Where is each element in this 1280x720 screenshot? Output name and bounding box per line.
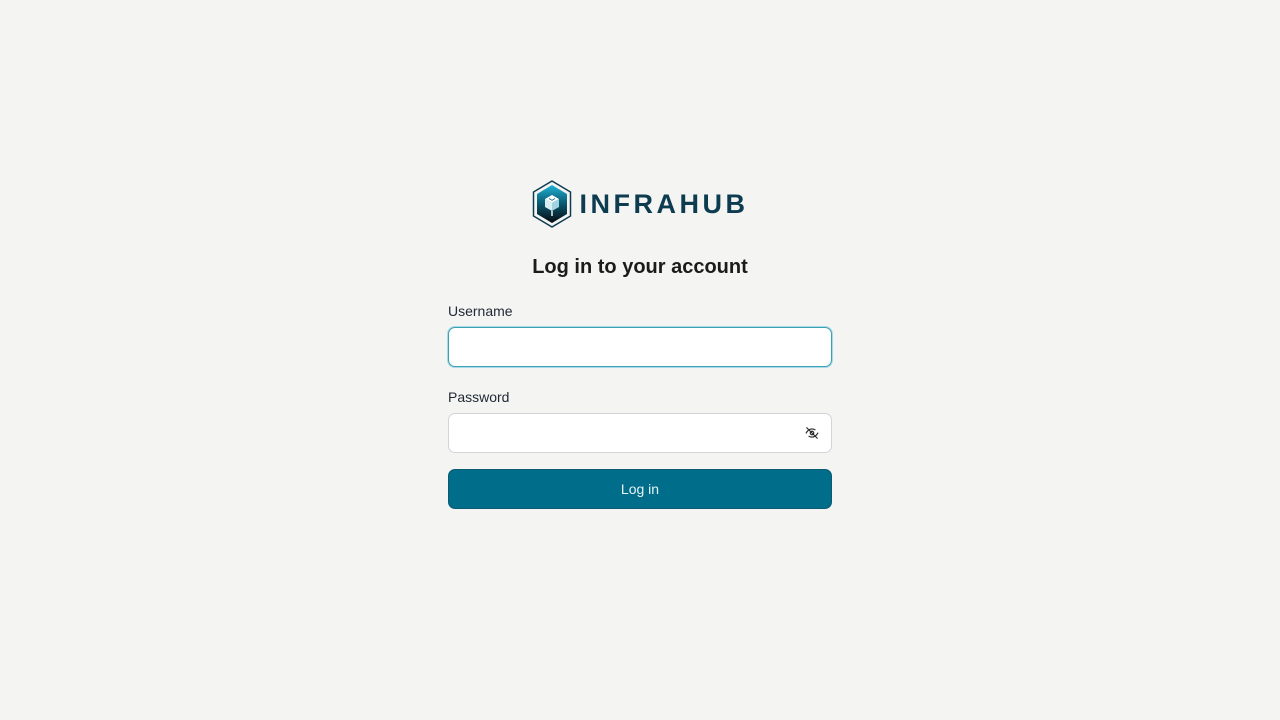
brand-wordmark: INFRAHUB (579, 188, 749, 219)
login-page: INFRAHUB Log in to your account Username… (0, 0, 1280, 720)
username-input[interactable] (448, 327, 832, 367)
login-button[interactable]: Log in (448, 469, 832, 509)
brand-logo: INFRAHUB (448, 180, 832, 228)
infrahub-logo-icon (532, 180, 571, 228)
username-field-wrapper (448, 327, 832, 367)
show-password-toggle[interactable] (804, 425, 820, 441)
login-form: INFRAHUB Log in to your account Username… (448, 180, 832, 509)
eye-off-icon (805, 427, 819, 439)
password-input[interactable] (448, 413, 832, 453)
username-label: Username (448, 303, 513, 319)
password-field-wrapper (448, 413, 832, 453)
password-label: Password (448, 389, 510, 405)
page-title: Log in to your account (532, 256, 748, 278)
